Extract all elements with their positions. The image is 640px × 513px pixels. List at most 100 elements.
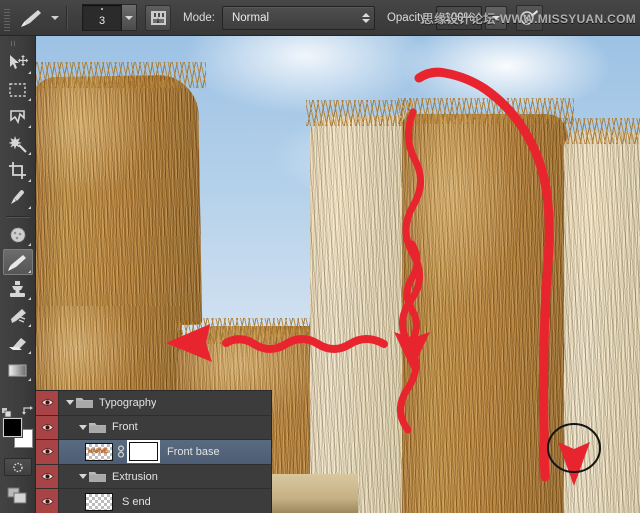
tool-magic-wand[interactable] (3, 131, 33, 157)
swap-colors-icon[interactable] (21, 404, 34, 416)
layer-thumbnail[interactable] (85, 492, 113, 511)
brush-size-input[interactable]: 3 (82, 4, 122, 31)
folder-icon (76, 398, 93, 409)
tool-gradient[interactable] (3, 357, 33, 383)
mode-label: Mode: (183, 11, 215, 24)
divider (66, 5, 68, 30)
layer-thumbnail-text: HARVE (88, 448, 108, 455)
screen-mode-button[interactable] (4, 485, 32, 507)
layer-row-front-base[interactable]: HARVE Front base (36, 440, 271, 465)
spot-healing-brush-icon (10, 227, 25, 243)
layer-name: Front (112, 421, 138, 434)
layer-visibility-toggle[interactable] (36, 440, 59, 464)
straw-fringe-right-top (398, 98, 574, 124)
folder-icon (89, 472, 106, 483)
blend-mode-value: Normal (231, 11, 270, 24)
tool-marquee[interactable] (3, 77, 33, 103)
rectangular-marquee-icon (9, 83, 26, 97)
eye-icon (40, 473, 54, 480)
layer-name: S end (122, 495, 151, 508)
screen-mode-icon (7, 487, 26, 504)
layer-name: Front base (167, 445, 220, 458)
brush-size-value: 3 (98, 15, 106, 27)
layer-mask-link-icon[interactable] (116, 445, 125, 459)
eye-icon (40, 498, 54, 505)
brush-preset-chevron-icon[interactable] (51, 15, 59, 20)
quick-mask-icon (12, 462, 23, 472)
layer-body[interactable]: Front (72, 416, 271, 440)
straw-shape-far-right (564, 132, 640, 513)
reset-colors-icon[interactable] (1, 405, 12, 418)
eye-icon (40, 424, 54, 431)
brush-panel-icon (150, 10, 166, 25)
layer-row-extrusion[interactable]: Extrusion (36, 464, 271, 490)
options-bar: 3 Mode: Normal Opacity: 100% 思缘设计论坛-WWW.… (0, 0, 640, 36)
tools-divider (5, 216, 30, 218)
layer-row-front[interactable]: Front (36, 415, 271, 441)
disclosure-triangle-icon[interactable] (63, 400, 76, 406)
tool-eyedropper[interactable] (3, 185, 33, 211)
layer-body[interactable]: Extrusion (72, 465, 271, 489)
clone-stamp-icon (10, 281, 25, 297)
airbrush-icon (520, 10, 539, 25)
straw-shape-left-upper (36, 74, 203, 328)
layer-visibility-toggle[interactable] (36, 464, 59, 489)
disclosure-triangle-icon[interactable] (76, 474, 89, 480)
brush-preset-picker[interactable] (15, 4, 47, 32)
straw-fringe-left-top (36, 62, 206, 88)
layer-name: Extrusion (112, 470, 158, 483)
layer-row-typography[interactable]: Typography (36, 391, 271, 416)
magic-wand-icon (8, 136, 27, 153)
blend-mode-select[interactable]: Normal (221, 5, 375, 30)
options-bar-grip[interactable] (2, 4, 11, 31)
ground-strip (272, 474, 358, 513)
foreground-color-swatch[interactable] (2, 418, 22, 437)
eraser-icon (9, 337, 26, 350)
tools-panel (0, 36, 36, 513)
layer-visibility-toggle[interactable] (36, 415, 59, 440)
layer-visibility-toggle[interactable] (36, 489, 59, 513)
layer-body[interactable]: HARVE Front base (85, 440, 271, 464)
tool-history-brush[interactable] (3, 303, 33, 329)
crop-icon (9, 162, 26, 179)
chevron-updown-icon (361, 12, 370, 23)
history-brush-icon (10, 309, 26, 323)
airbrush-toggle[interactable] (516, 4, 544, 31)
opacity-slider-dropdown[interactable] (485, 5, 508, 30)
layer-visibility-toggle[interactable] (36, 391, 59, 415)
brush-size-stepper[interactable] (122, 4, 137, 31)
disclosure-triangle-icon[interactable] (76, 424, 89, 430)
tools-panel-grip[interactable] (10, 39, 25, 46)
gradient-icon (8, 364, 27, 376)
eye-icon (40, 448, 54, 456)
tool-submenu-indicator (27, 71, 31, 74)
quick-mask-toggle[interactable] (3, 458, 32, 476)
brush-icon (21, 9, 41, 27)
color-swatches[interactable] (1, 406, 34, 449)
tool-spot-healing[interactable] (3, 222, 33, 248)
layer-body[interactable]: Typography (59, 391, 271, 415)
tool-clone-stamp[interactable] (3, 276, 33, 302)
straw-fringe-far-right-top (560, 118, 640, 144)
move-tool-icon (9, 55, 28, 69)
brush-tip-preview-icon (101, 8, 103, 10)
straw-shape-light-column (310, 116, 408, 513)
brush-tool-icon (8, 254, 26, 271)
layers-panel[interactable]: Typography Front HARVE Front base Extrus… (36, 390, 272, 513)
layer-mask-wrapper[interactable] (127, 440, 160, 464)
layer-name: Typography (99, 396, 157, 409)
brush-panel-toggle[interactable] (145, 4, 171, 31)
straw-shape-right-column (402, 114, 568, 513)
tool-crop[interactable] (3, 158, 33, 184)
tool-eraser[interactable] (3, 330, 33, 356)
layer-body[interactable]: S end (85, 489, 271, 513)
tool-brush[interactable] (2, 249, 33, 275)
opacity-value[interactable]: 100% (436, 5, 483, 30)
eye-icon (40, 399, 54, 407)
layer-row-s-end[interactable]: S end (36, 489, 271, 513)
layer-mask-thumbnail[interactable] (127, 440, 160, 464)
tool-lasso[interactable] (3, 104, 33, 130)
eyedropper-icon (11, 190, 24, 204)
layer-thumbnail[interactable]: HARVE (85, 442, 113, 461)
tool-move[interactable] (3, 50, 33, 76)
